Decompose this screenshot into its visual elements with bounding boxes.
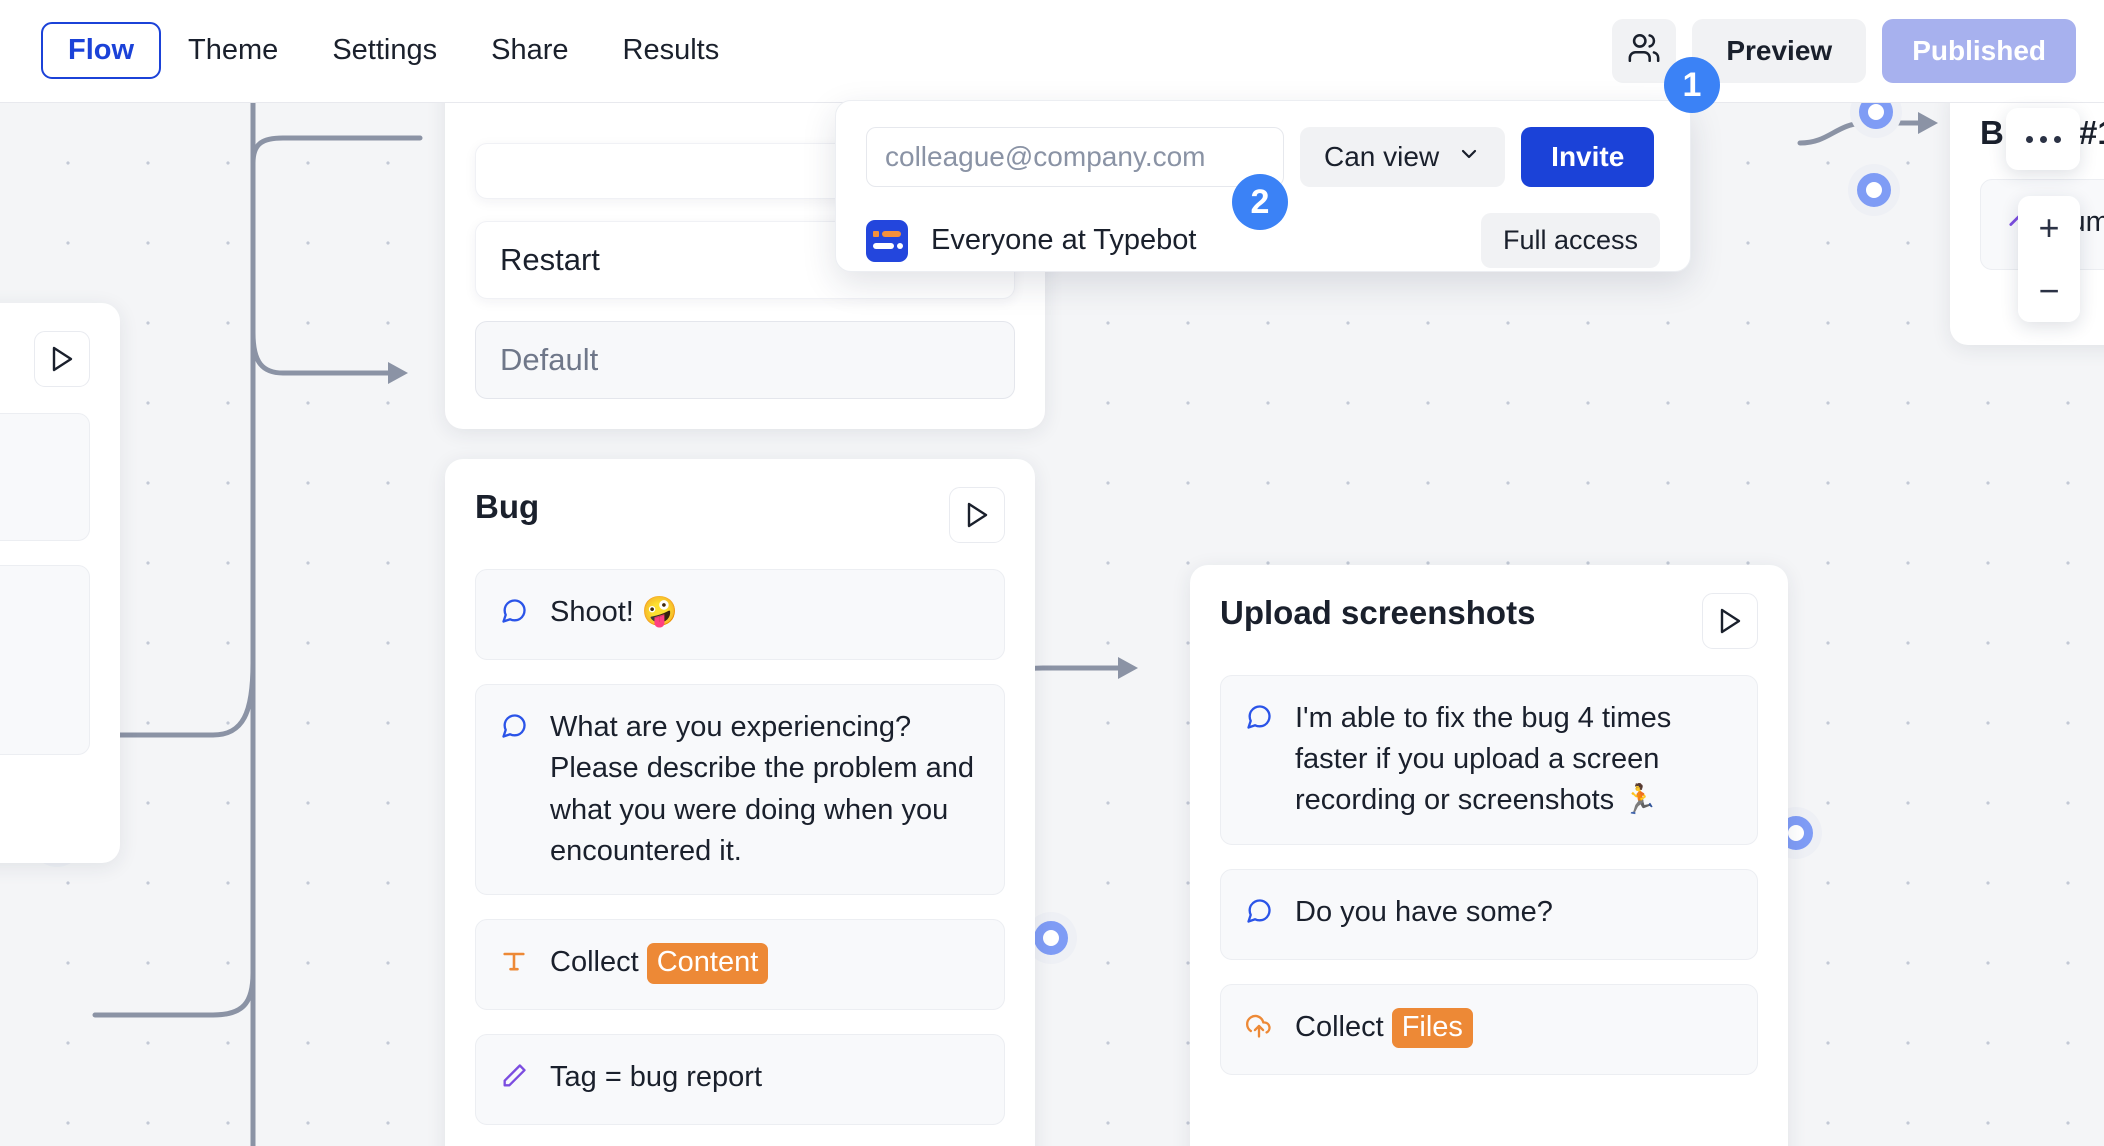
flow-block-message[interactable]: I'm able to fix the bug 4 times faster i… xyxy=(1220,675,1758,845)
message-icon xyxy=(1245,896,1273,937)
flow-group-partial-left[interactable] xyxy=(0,303,120,863)
flow-block-text: Shoot! 🤪 xyxy=(550,592,678,633)
group-blocks: I'm able to fix the bug 4 times faster i… xyxy=(1220,675,1758,1075)
message-icon xyxy=(500,596,528,637)
flow-block-message[interactable]: Do you have some? xyxy=(1220,869,1758,960)
flow-block[interactable] xyxy=(0,413,90,541)
arrowhead-block1 xyxy=(1918,112,1938,134)
role-select-label: Can view xyxy=(1324,141,1439,173)
preview-button[interactable]: Preview xyxy=(1692,19,1866,83)
invite-button[interactable]: Invite xyxy=(1521,127,1654,187)
invite-email-input[interactable] xyxy=(866,127,1284,187)
play-icon[interactable] xyxy=(34,331,90,387)
flow-block-label: Default xyxy=(500,342,598,377)
variable-tag: Files xyxy=(1392,1008,1473,1049)
typebot-logo-icon xyxy=(866,220,908,262)
flow-block-prefix: Collect xyxy=(1295,1011,1392,1043)
arrowhead-upload xyxy=(1118,657,1138,679)
group-title: Bug xyxy=(475,487,539,527)
users-icon xyxy=(1627,31,1661,72)
step-badge-2: 2 xyxy=(1232,174,1288,230)
edge-to-endpoint-2 xyxy=(95,973,253,1015)
ellipsis-icon xyxy=(2026,136,2033,143)
group-blocks: Shoot! 🤪 What are you experiencing? Plea… xyxy=(475,569,1005,1125)
arrowhead-bug xyxy=(388,362,408,384)
ellipsis-icon xyxy=(2040,136,2047,143)
flow-group-upload-screenshots[interactable]: Upload screenshots I'm able to fix the b… xyxy=(1190,565,1788,1146)
flow-group-bug[interactable]: Bug Shoot! 🤪 xyxy=(445,459,1035,1146)
flow-block-text: I'm able to fix the bug 4 times faster i… xyxy=(1295,698,1733,822)
zoom-controls: + − xyxy=(2018,196,2080,322)
group-header: Upload screenshots xyxy=(1220,593,1758,649)
play-icon[interactable] xyxy=(949,487,1005,543)
chevron-down-icon xyxy=(1457,141,1481,173)
role-select[interactable]: Can view xyxy=(1300,127,1505,187)
flow-block-set-variable[interactable]: Tag = bug report xyxy=(475,1034,1005,1125)
message-icon xyxy=(1245,702,1273,743)
step-badge-1: 1 xyxy=(1664,57,1720,113)
top-bar: Flow Theme Settings Share Results Previe… xyxy=(0,0,2104,103)
ellipsis-icon xyxy=(2054,136,2061,143)
flow-block-text: Collect Files xyxy=(1295,1007,1473,1049)
flow-block-text: What are you experiencing? Please descri… xyxy=(550,707,980,872)
file-upload-icon xyxy=(1245,1011,1273,1052)
edge-to-top-group xyxy=(253,138,420,163)
more-options-button[interactable] xyxy=(2006,108,2080,170)
pencil-icon xyxy=(500,1061,528,1102)
zoom-in-button[interactable]: + xyxy=(2018,196,2080,259)
flow-block-text-input[interactable]: Collect Content xyxy=(475,919,1005,1010)
tab-results[interactable]: Results xyxy=(596,22,747,79)
tab-flow[interactable]: Flow xyxy=(41,22,161,79)
flow-block-text: Tag = bug report xyxy=(550,1057,762,1098)
message-icon xyxy=(500,711,528,752)
flow-block-default[interactable]: Default xyxy=(475,321,1015,399)
flow-block[interactable] xyxy=(0,565,90,755)
text-input-icon xyxy=(500,946,528,987)
app-root: Restart Default Bug xyxy=(0,0,2104,1146)
tab-share[interactable]: Share xyxy=(464,22,595,79)
flow-block-text: Do you have some? xyxy=(1295,892,1553,933)
edge-to-block1 xyxy=(1800,123,1930,143)
group-header: Bug xyxy=(475,487,1005,543)
member-access-badge[interactable]: Full access xyxy=(1481,213,1660,268)
flow-block-message[interactable]: What are you experiencing? Please descri… xyxy=(475,684,1005,895)
zoom-out-button[interactable]: − xyxy=(2018,259,2080,322)
publish-button[interactable]: Published xyxy=(1882,19,2076,83)
flow-block-message[interactable]: Shoot! 🤪 xyxy=(475,569,1005,660)
group-header xyxy=(0,331,90,387)
flow-block-prefix: Collect xyxy=(550,946,647,978)
variable-tag: Content xyxy=(647,943,769,984)
flow-block-text: Collect Content xyxy=(550,942,768,984)
edge-to-bug-group xyxy=(253,333,400,373)
tab-settings[interactable]: Settings xyxy=(305,22,464,79)
flow-block-file-upload[interactable]: Collect Files xyxy=(1220,984,1758,1075)
group-title: Upload screenshots xyxy=(1220,593,1535,633)
main-tabs: Flow Theme Settings Share Results xyxy=(41,22,746,79)
flow-block-label: Restart xyxy=(500,242,600,277)
group-blocks xyxy=(0,413,90,755)
connection-endpoint[interactable] xyxy=(1034,921,1068,955)
play-icon[interactable] xyxy=(1702,593,1758,649)
connection-endpoint[interactable] xyxy=(1857,173,1891,207)
member-name: Everyone at Typebot xyxy=(931,224,1196,257)
tab-theme[interactable]: Theme xyxy=(161,22,305,79)
